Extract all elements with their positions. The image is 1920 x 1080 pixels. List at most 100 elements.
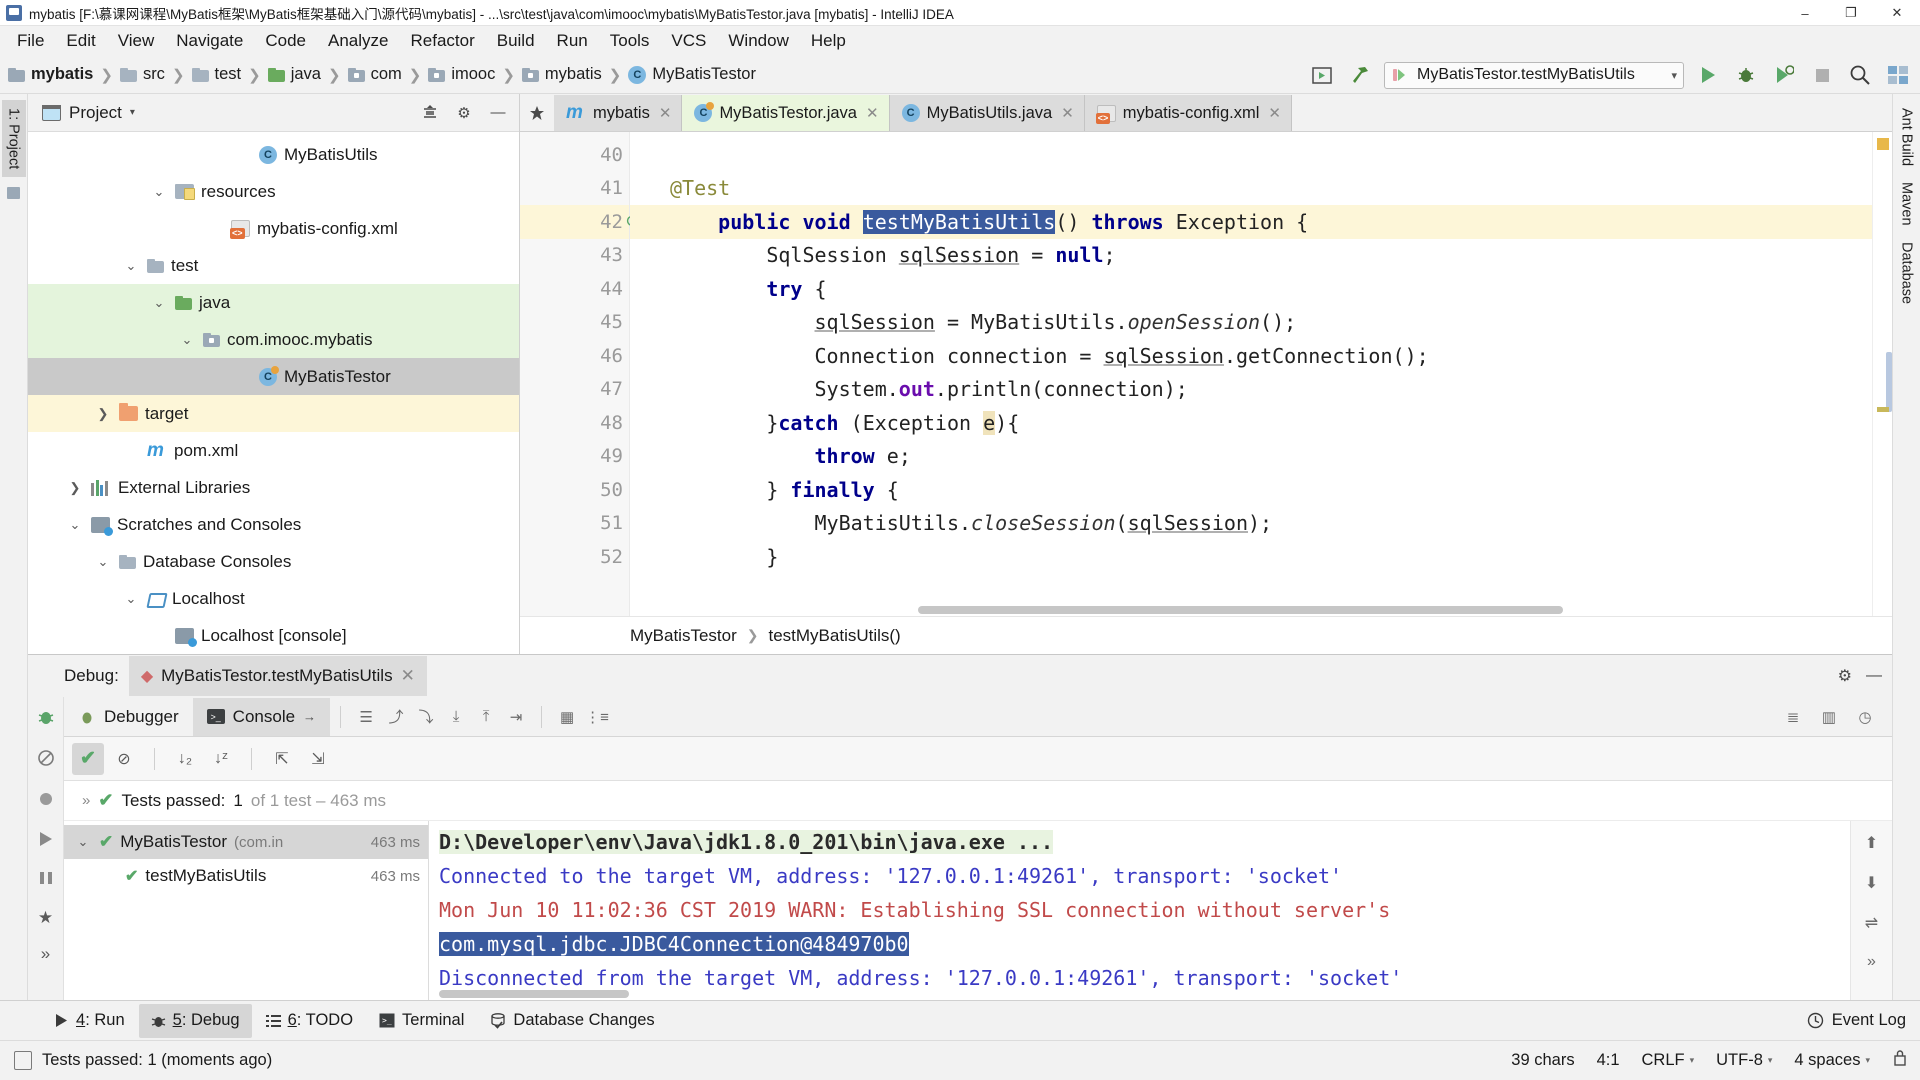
tree-node[interactable]: · C MyBatisUtils xyxy=(28,136,519,173)
detach-icon[interactable]: → xyxy=(303,709,316,724)
error-stripe[interactable] xyxy=(1872,132,1892,616)
menu-refactor[interactable]: Refactor xyxy=(399,29,485,53)
tool-button-terminal[interactable]: >_ Terminal xyxy=(367,1004,476,1038)
tool-button-run[interactable]: 4: Run xyxy=(42,1004,137,1038)
menu-view[interactable]: View xyxy=(107,29,166,53)
sort-alphabetically-icon[interactable]: ↓₂ xyxy=(169,743,201,775)
breadcrumb-item-imooc[interactable]: imooc xyxy=(428,65,495,84)
evaluate-expression-icon[interactable]: ▦ xyxy=(552,702,582,732)
sidebar-item-database[interactable]: Database xyxy=(1895,234,1919,312)
editor-hscrollbar[interactable] xyxy=(740,606,1852,616)
settings-list-icon[interactable]: ⋮≡ xyxy=(582,702,612,732)
resume-icon[interactable] xyxy=(37,830,55,853)
more-icon[interactable]: » xyxy=(41,944,50,964)
indent-selector[interactable]: 4 spaces ▾ xyxy=(1794,1051,1870,1070)
gutter-line-45[interactable]: 45 xyxy=(520,306,629,340)
gear-icon[interactable]: ⚙ xyxy=(451,100,477,126)
maximize-button[interactable]: ❐ xyxy=(1828,0,1874,26)
gutter-line-46[interactable]: 46 xyxy=(520,339,629,373)
tool-button-todo[interactable]: 6: TODO xyxy=(254,1004,365,1038)
breadcrumb-item-mybatis[interactable]: mybatis xyxy=(8,65,93,84)
gutter-line-49[interactable]: 49 xyxy=(520,440,629,474)
gutter-line-43[interactable]: 43 xyxy=(520,239,629,273)
editor-tab-mybatis[interactable]: m mybatis ✕ xyxy=(554,95,683,131)
tab-console[interactable]: >_ Console → xyxy=(192,697,331,736)
caret-position[interactable]: 4:1 xyxy=(1597,1051,1620,1070)
tree-node[interactable]: · CMyBatisTestor xyxy=(28,358,519,395)
hide-panel-icon[interactable]: — xyxy=(1866,667,1882,685)
menu-navigate[interactable]: Navigate xyxy=(165,29,254,53)
gutter-line-50[interactable]: 50⌄ xyxy=(520,473,653,507)
close-button[interactable]: ✕ xyxy=(1874,0,1920,26)
editor-gutter[interactable]: 40 41 42⟳⌄💡 43 44⌄ 45 46 47 48⌄ 49 50⌄ 51 52⌄ xyxy=(520,132,675,616)
code-line-46[interactable]: Connection connection = sqlSession. getCo… xyxy=(630,339,1872,373)
breadcrumb-item-com[interactable]: com xyxy=(347,65,402,84)
console-hscrollbar[interactable] xyxy=(439,990,629,998)
stack-trace-icon[interactable]: ☰ xyxy=(351,702,381,732)
code-line-45[interactable]: sqlSession = MyBatisUtils. openSession (); xyxy=(630,306,1872,340)
line-separator[interactable]: CRLF ▾ xyxy=(1642,1051,1695,1070)
soft-wrap-icon[interactable]: ≣ xyxy=(1778,702,1808,732)
chevron-down-icon[interactable]: ⌄ xyxy=(150,184,168,200)
expand-all-icon[interactable]: ⇱ xyxy=(266,743,298,775)
more-tools-icon[interactable]: » xyxy=(1867,953,1876,971)
code-line-49[interactable]: throw e; xyxy=(630,440,1872,474)
code-line-40[interactable] xyxy=(630,138,1872,172)
gutter-line-47[interactable]: 47 xyxy=(520,373,629,407)
menu-code[interactable]: Code xyxy=(254,29,317,53)
chevron-down-icon[interactable]: ⌄ xyxy=(122,258,140,274)
split-icon[interactable]: ▥ xyxy=(1814,702,1844,732)
hide-panel-icon[interactable]: — xyxy=(485,100,511,126)
event-log-button[interactable]: Event Log xyxy=(1807,1011,1906,1030)
sidebar-item-ant-build[interactable]: Ant Build xyxy=(1895,100,1919,174)
run-to-cursor-icon[interactable]: ⇥ xyxy=(501,702,531,732)
breadcrumb-item-java[interactable]: java xyxy=(267,65,321,84)
code-text[interactable]: @Test public void testMyBatisUtils() thr… xyxy=(630,132,1872,616)
tree-node[interactable]: ❯ External Libraries xyxy=(28,469,519,506)
editor-tab-mybatisutils-java[interactable]: C MyBatisUtils.java ✕ xyxy=(889,95,1085,131)
gutter-line-51[interactable]: 51 xyxy=(520,507,629,541)
chevron-down-icon[interactable]: ⌄ xyxy=(150,295,168,311)
menu-tools[interactable]: Tools xyxy=(599,29,661,53)
test-tree-node[interactable]: · ✔ testMyBatisUtils 463 ms xyxy=(64,859,428,893)
breadcrumb-item-mybatis[interactable]: mybatis xyxy=(521,65,602,84)
show-ignored-tests-icon[interactable]: ⊘ xyxy=(108,743,140,775)
warning-marker[interactable] xyxy=(1877,138,1889,150)
breadcrumb-method[interactable]: testMyBatisUtils() xyxy=(768,626,900,646)
pause-icon[interactable] xyxy=(37,869,55,892)
step-over-icon[interactable]: ⤴ xyxy=(381,702,411,732)
code-line-42[interactable]: public void testMyBatisUtils() throws Ex… xyxy=(630,205,1872,239)
run-button[interactable] xyxy=(1694,62,1722,88)
step-into-icon[interactable]: ⤵ xyxy=(411,702,441,732)
chevron-down-icon[interactable]: ⌄ xyxy=(94,554,112,570)
close-icon[interactable]: ✕ xyxy=(1061,104,1074,122)
tree-node[interactable]: · Localhost [console] xyxy=(28,617,519,654)
code-line-43[interactable]: SqlSession sqlSession = null; xyxy=(630,239,1872,273)
menu-window[interactable]: Window xyxy=(717,29,799,53)
build-hammer-icon[interactable] xyxy=(1346,62,1374,88)
menu-analyze[interactable]: Analyze xyxy=(317,29,399,53)
gear-icon[interactable]: ⚙ xyxy=(1838,666,1852,686)
tree-node[interactable]: ❯ target xyxy=(28,395,519,432)
tree-node[interactable]: · mybatis-config.xml xyxy=(28,210,519,247)
tree-node[interactable]: ⌄ test xyxy=(28,247,519,284)
favorites-star-icon[interactable]: ★ xyxy=(38,908,53,928)
pin-tab-icon[interactable] xyxy=(520,95,554,131)
run-configuration-selector[interactable]: MyBatisTestor.testMyBatisUtils ▾ xyxy=(1384,61,1684,89)
close-icon[interactable]: ✕ xyxy=(401,666,415,686)
search-icon[interactable] xyxy=(1846,62,1874,88)
encoding-selector[interactable]: UTF-8 ▾ xyxy=(1716,1051,1772,1070)
tree-node[interactable]: · m pom.xml xyxy=(28,432,519,469)
debug-session-tab[interactable]: ◆ MyBatisTestor.testMyBatisUtils ✕ xyxy=(128,656,427,696)
close-icon[interactable]: ✕ xyxy=(659,104,672,122)
chevron-down-icon[interactable]: ⌄ xyxy=(122,591,140,607)
chevron-down-icon[interactable]: ⌄ xyxy=(74,834,92,850)
editor-tab-mybatis-config-xml[interactable]: mybatis-config.xml ✕ xyxy=(1084,95,1292,131)
chevron-right-icon[interactable]: ❯ xyxy=(66,480,84,496)
code-line-44[interactable]: try { xyxy=(630,272,1872,306)
tree-node[interactable]: ⌄ java xyxy=(28,284,519,321)
menu-vcs[interactable]: VCS xyxy=(660,29,717,53)
breadcrumb-item-mybatistestor[interactable]: C MyBatisTestor xyxy=(628,65,756,84)
scroll-down-icon[interactable]: ⬇ xyxy=(1865,873,1878,893)
scroll-thumb[interactable] xyxy=(1886,352,1892,412)
